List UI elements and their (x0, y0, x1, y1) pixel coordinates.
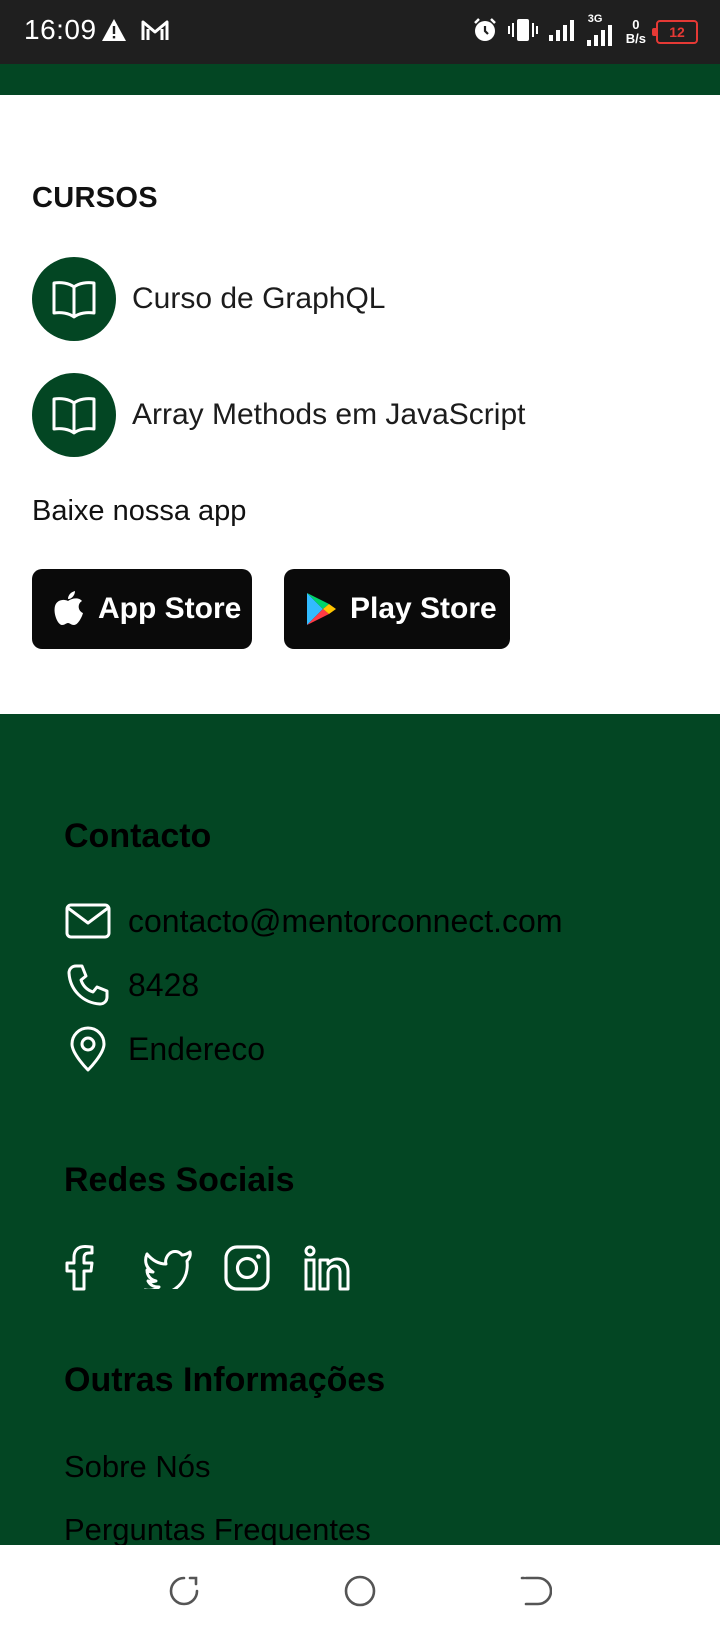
contact-title: Contacto (64, 817, 212, 855)
system-nav-bar (0, 1545, 720, 1640)
play-store-label: Play Store (350, 592, 497, 625)
instagram-icon[interactable] (224, 1240, 304, 1296)
network-type: 3G (587, 13, 603, 25)
play-store-button[interactable]: Play Store (284, 569, 510, 649)
recents-button[interactable] (156, 1565, 212, 1621)
twitter-icon[interactable] (144, 1240, 224, 1296)
courses-section: CURSOS Curso de GraphQL Array Methods em… (0, 95, 720, 714)
contact-email-text: contacto@mentorconnect.com (128, 902, 563, 939)
social-title: Redes Sociais (64, 1161, 295, 1199)
home-button[interactable] (332, 1565, 388, 1621)
linkedin-icon[interactable] (304, 1240, 384, 1296)
contact-phone[interactable]: 8428 (64, 960, 199, 1010)
social-icons (64, 1240, 384, 1296)
signal-3g-icon: 3G (586, 13, 616, 47)
facebook-icon[interactable] (64, 1240, 144, 1296)
vibrate-icon (507, 17, 538, 48)
back-button[interactable] (508, 1565, 564, 1621)
warning-icon (101, 18, 127, 47)
data-speed-value: 0 (632, 17, 640, 32)
app-download-title: Baixe nossa app (32, 495, 247, 527)
app-store-button[interactable]: App Store (32, 569, 252, 649)
home-icon (343, 1574, 377, 1613)
status-time: 16:09 (24, 14, 97, 45)
other-info-title: Outras Informações (64, 1361, 386, 1399)
google-play-icon (304, 590, 338, 628)
link-about-us[interactable]: Sobre Nós (64, 1449, 210, 1485)
contact-phone-text: 8428 (128, 966, 200, 1003)
contact-email[interactable]: contacto@mentorconnect.com (64, 896, 562, 946)
battery-level: 12 (669, 24, 685, 40)
signal-icon (548, 18, 576, 47)
contact-address[interactable]: Endereco (64, 1024, 265, 1074)
link-faq[interactable]: Perguntas Frequentes (64, 1512, 371, 1548)
recents-icon (168, 1575, 200, 1612)
location-pin-icon (64, 1025, 112, 1073)
alarm-icon (472, 17, 498, 48)
data-speed-unit: B/s (625, 31, 646, 46)
course-item-array-methods[interactable]: Array Methods em JavaScript (32, 373, 525, 457)
course-item-graphql[interactable]: Curso de GraphQL (32, 257, 385, 341)
courses-title: CURSOS (32, 182, 158, 214)
back-icon (520, 1575, 553, 1612)
gmail-icon (140, 18, 170, 47)
book-icon (32, 257, 116, 341)
book-icon (32, 373, 116, 457)
course-label: Curso de GraphQL (132, 282, 386, 315)
battery-icon: 12 (652, 20, 698, 44)
data-speed: 0 B/s (626, 18, 646, 46)
course-label: Array Methods em JavaScript (132, 398, 526, 431)
status-bar: 16:09 3G 0 B/s 12 (0, 0, 720, 64)
contact-address-text: Endereco (128, 1030, 265, 1067)
mail-icon (64, 897, 112, 945)
apple-icon (50, 589, 86, 629)
app-store-label: App Store (98, 592, 242, 625)
header-band (0, 64, 720, 95)
phone-icon (64, 961, 112, 1009)
